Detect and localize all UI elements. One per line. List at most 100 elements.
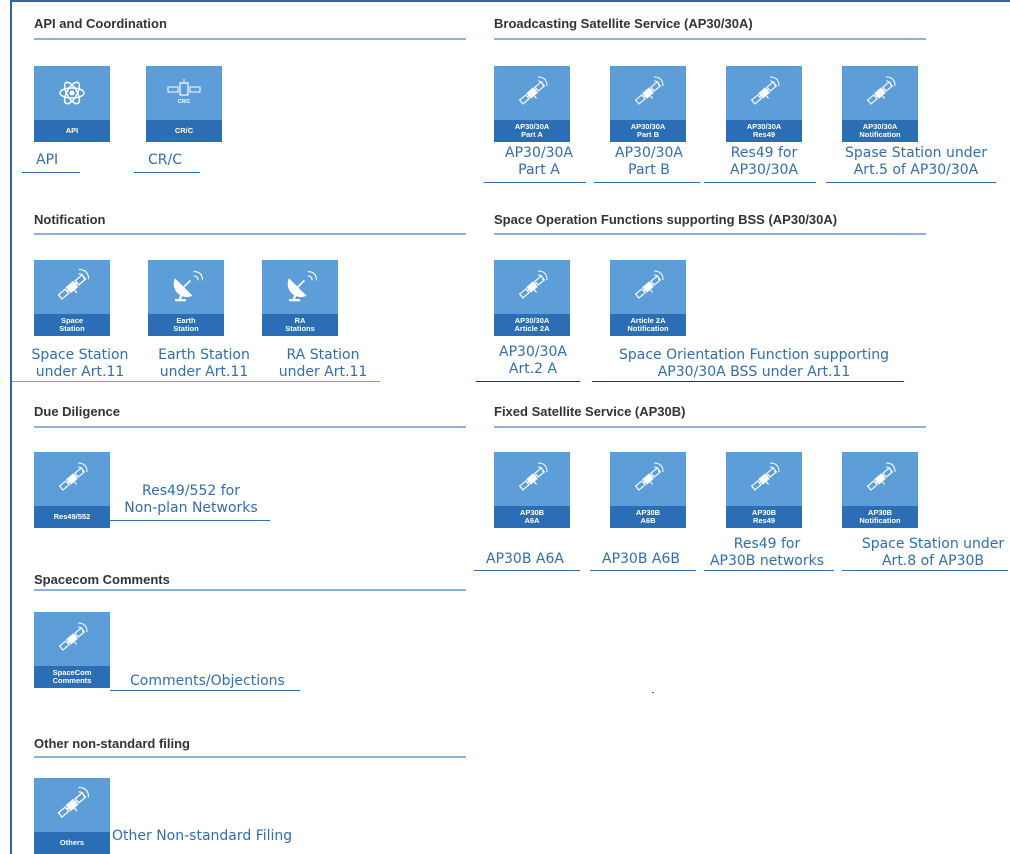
earth-station-link[interactable]: Earth Station under Art.11 (146, 347, 262, 381)
section-rule (34, 756, 466, 758)
section-rule (34, 38, 466, 40)
underline (484, 182, 586, 183)
tile-caption: Earth Station (148, 314, 224, 336)
others-tile[interactable]: Others (34, 778, 110, 854)
section-title-api: API and Coordination (34, 16, 167, 31)
bss-res49-tile[interactable]: AP30/30A Res49 (726, 66, 802, 142)
tile-caption: CR/C (146, 120, 222, 142)
bss-part-b-link[interactable]: AP30/30A Part B (604, 145, 694, 179)
tile-caption: AP30/30A Part A (494, 120, 570, 142)
satellite-icon (726, 452, 802, 506)
crc-link[interactable]: CR/C (148, 152, 198, 169)
satellite-icon (610, 260, 686, 314)
section-title-sof: Space Operation Functions supporting BSS… (494, 212, 838, 227)
underline (110, 690, 300, 691)
tile-caption: RA Stations (262, 314, 338, 336)
tile-caption: AP30B A6B (610, 506, 686, 528)
underline (132, 381, 260, 382)
spacecom-tile[interactable]: SpaceCom Comments (34, 612, 110, 688)
res49-552-link[interactable]: Res49/552 for Non-plan Networks (116, 483, 266, 517)
satellite-icon (842, 452, 918, 506)
satellite-icon (494, 260, 570, 314)
section-rule (34, 233, 466, 235)
underline (254, 381, 380, 382)
fss-a6b-tile[interactable]: AP30B A6B (610, 452, 686, 528)
sof-notification-link[interactable]: Space Orientation Function supporting AP3… (604, 347, 904, 381)
underline (842, 570, 1008, 571)
tile-caption: AP30B Notification (842, 506, 918, 528)
section-rule (494, 38, 926, 40)
space-station-link[interactable]: Space Station under Art.11 (26, 347, 134, 381)
ra-station-link[interactable]: RA Station under Art.11 (270, 347, 376, 381)
satellite-front-icon: CR/C (146, 66, 222, 120)
tile-caption: API (34, 120, 110, 142)
satellite-icon (494, 452, 570, 506)
bss-notification-link[interactable]: Spase Station under Art.5 of AP30/30A (836, 145, 996, 179)
dish-antenna-icon (148, 260, 224, 314)
satellite-icon (610, 66, 686, 120)
fss-a6a-tile[interactable]: AP30B A6A (494, 452, 570, 528)
fss-a6a-link[interactable]: AP30B A6A (486, 551, 576, 568)
satellite-icon (34, 778, 110, 832)
tile-caption: AP30B A6A (494, 506, 570, 528)
fss-a6b-link[interactable]: AP30B A6B (602, 551, 692, 568)
tile-caption: AP30/30A Part B (610, 120, 686, 142)
fss-notification-tile[interactable]: AP30B Notification (842, 452, 918, 528)
underline (110, 520, 270, 521)
stray-dot (652, 692, 654, 693)
underline (22, 172, 80, 173)
section-rule (494, 426, 926, 428)
bss-part-a-link[interactable]: AP30/30A Part A (494, 145, 584, 179)
satellite-icon (34, 612, 110, 666)
fss-notification-link[interactable]: Space Station under Art.8 of AP30B (858, 536, 1008, 570)
tile-caption: AP30/30A Article 2A (494, 314, 570, 336)
section-title-spacecom: Spacecom Comments (34, 572, 170, 587)
section-title-due-diligence: Due Diligence (34, 404, 120, 419)
tile-caption: Others (34, 832, 110, 854)
section-title-fss: Fixed Satellite Service (AP30B) (494, 404, 686, 419)
fss-res49-tile[interactable]: AP30B Res49 (726, 452, 802, 528)
bss-part-b-tile[interactable]: AP30/30A Part B (610, 66, 686, 142)
space-station-tile[interactable]: Space Station (34, 260, 110, 336)
section-rule (494, 233, 926, 235)
tile-caption: AP30/30A Res49 (726, 120, 802, 142)
underline (826, 182, 996, 183)
res49-552-tile[interactable]: Res49/552 (34, 452, 110, 528)
underline (474, 570, 580, 571)
sof-article-2a-link[interactable]: AP30/30A Art.2 A (488, 344, 578, 378)
tile-caption: SpaceCom Comments (34, 666, 110, 688)
orbit-icon (34, 66, 110, 120)
satellite-icon (34, 260, 110, 314)
svg-text:CR/C: CR/C (178, 99, 191, 105)
underline (476, 381, 580, 382)
api-tile[interactable]: API (34, 66, 110, 142)
satellite-icon (842, 66, 918, 120)
satellite-icon (494, 66, 570, 120)
api-link[interactable]: API (36, 152, 76, 169)
earth-station-tile[interactable]: Earth Station (148, 260, 224, 336)
section-title-other: Other non-standard filing (34, 736, 190, 751)
others-link[interactable]: Other Non-standard Filing (112, 828, 322, 845)
bss-notification-tile[interactable]: AP30/30A Notification (842, 66, 918, 142)
spacecom-link[interactable]: Comments/Objections (130, 673, 300, 690)
underline (704, 570, 834, 571)
underline (594, 182, 700, 183)
section-title-notification: Notification (34, 212, 106, 227)
bss-part-a-tile[interactable]: AP30/30A Part A (494, 66, 570, 142)
bss-res49-link[interactable]: Res49 for AP30/30A (716, 145, 812, 179)
tile-caption: AP30B Res49 (726, 506, 802, 528)
underline (704, 182, 816, 183)
crc-tile[interactable]: CR/C CR/C (146, 66, 222, 142)
tile-caption: AP30/30A Notification (842, 120, 918, 142)
section-rule (34, 426, 466, 428)
underline (590, 570, 696, 571)
section-title-bss: Broadcasting Satellite Service (AP30/30A… (494, 16, 753, 31)
underline (592, 381, 904, 382)
underline (134, 172, 200, 173)
sof-article-2a-tile[interactable]: AP30/30A Article 2A (494, 260, 570, 336)
sof-notification-tile[interactable]: Article 2A Notification (610, 260, 686, 336)
satellite-icon (726, 66, 802, 120)
tile-caption: Space Station (34, 314, 110, 336)
ra-station-tile[interactable]: RA Stations (262, 260, 338, 336)
fss-res49-link[interactable]: Res49 for AP30B networks (704, 536, 830, 570)
